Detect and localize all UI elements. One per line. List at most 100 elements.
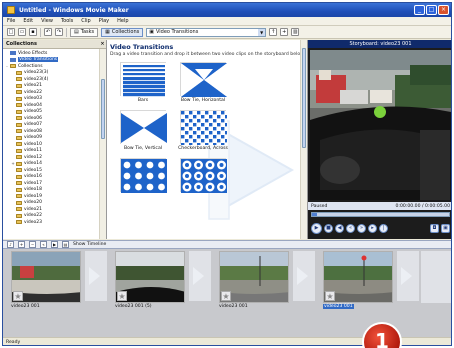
zoom-out-icon[interactable]: − — [29, 241, 36, 248]
transition-bowtie-v-thumbnail[interactable] — [120, 110, 167, 145]
collections-tree: Video Effects Video Transitions - Collectio… — [3, 49, 106, 226]
transition-checker-thumbnail[interactable] — [180, 110, 229, 147]
close-button[interactable]: × — [438, 5, 449, 15]
menu-edit[interactable]: Edit — [23, 18, 33, 24]
new-project-icon[interactable]: □ — [7, 28, 15, 36]
film-icon — [10, 57, 16, 62]
transition-item[interactable] — [113, 158, 173, 194]
transition-circles-thumbnail[interactable] — [180, 158, 227, 193]
rewind-icon[interactable]: « — [346, 223, 355, 233]
seek-bar-fill — [312, 213, 318, 216]
play-icon[interactable]: ▶ — [311, 222, 322, 234]
clip-thumbnail[interactable]: ★ — [219, 251, 289, 303]
tree-item-label: video20 — [24, 200, 43, 206]
menu-file[interactable]: File — [7, 18, 15, 24]
clip-thumbnail[interactable]: ★ — [11, 251, 81, 303]
menu-clip[interactable]: Clip — [81, 18, 90, 24]
open-project-icon[interactable]: ▭ — [18, 28, 26, 36]
clip-thumbnail[interactable]: ★ — [323, 251, 393, 303]
preview-video — [310, 50, 451, 200]
new-collection-icon[interactable]: + — [280, 28, 289, 36]
previous-frame-icon[interactable]: ◀ — [335, 223, 344, 233]
transition-label: Bow Tie, Horizontal — [180, 98, 226, 103]
tree-item[interactable]: video23 — [5, 219, 106, 226]
video-effect-star-icon[interactable]: ★ — [117, 291, 127, 301]
microphone-icon[interactable]: ♪ — [7, 241, 14, 248]
minimize-button[interactable]: _ — [414, 5, 425, 15]
menu-tools[interactable]: Tools — [61, 18, 73, 24]
transition-bowtie-h-thumbnail[interactable] — [180, 62, 227, 97]
menu-play[interactable]: Play — [99, 18, 109, 24]
clip-thumbnail[interactable]: ★ — [115, 251, 185, 303]
folder-icon — [16, 142, 22, 147]
storyboard-clip[interactable]: ★ video23 001 — [219, 251, 289, 309]
close-pane-icon[interactable]: × — [99, 40, 106, 48]
empty-clip-slot[interactable] — [421, 251, 451, 303]
stop-icon[interactable]: ■ — [324, 223, 333, 233]
next-frame-icon[interactable]: ▸ — [368, 223, 377, 233]
collections-button[interactable]: ▦ Collections — [101, 27, 144, 37]
views-icon[interactable]: ▥ — [291, 28, 300, 36]
transitions-scrollbar[interactable] — [300, 40, 307, 239]
play-storyboard-icon[interactable]: ▶ — [51, 241, 58, 248]
up-folder-icon[interactable]: ↑ — [269, 28, 278, 36]
expander-icon[interactable]: + — [11, 161, 15, 166]
car-interior-video-frame — [310, 50, 451, 200]
seek-bar[interactable] — [311, 212, 450, 217]
transition-item[interactable]: Bow Tie, Vertical — [113, 110, 173, 151]
preview-monitor: Storyboard: video23 001 Paused 0:00:00.0… — [308, 40, 451, 239]
scroll-thumb[interactable] — [302, 48, 306, 148]
show-timeline-button[interactable]: Show Timeline — [73, 242, 106, 247]
transition-item[interactable] — [173, 158, 233, 194]
folder-icon — [16, 207, 22, 212]
split-clip-icon[interactable]: | — [379, 223, 388, 233]
transitions-icon: ▣ — [149, 28, 154, 35]
fullscreen-icon[interactable]: ▣ — [441, 223, 450, 233]
folder-icon — [16, 90, 22, 95]
collections-scrollbar[interactable] — [99, 49, 106, 239]
transition-item[interactable]: Bars — [113, 62, 173, 103]
tasks-icon: ▤ — [74, 28, 79, 35]
transition-dots-thumbnail[interactable] — [120, 158, 167, 193]
storyboard-clip[interactable]: ★ video23 001 — [11, 251, 81, 309]
transition-item[interactable]: Bow Tie, Horizontal — [173, 62, 233, 103]
folder-icon — [16, 96, 22, 101]
video-effect-star-icon[interactable]: ★ — [325, 291, 335, 301]
video-effect-star-icon[interactable]: ★ — [13, 291, 23, 301]
collections-icon: ▦ — [105, 28, 110, 35]
collections-header: Collections × — [3, 40, 106, 49]
tasks-button[interactable]: ▤ Tasks — [70, 27, 99, 37]
playback-status-bar: Paused 0:00:00.00 / 0:00:05.00 — [308, 202, 451, 210]
menu-view[interactable]: View — [41, 18, 53, 24]
maximize-button[interactable]: □ — [426, 5, 437, 15]
transition-label: Checkerboard, Across — [178, 146, 228, 151]
redo-icon[interactable]: ↷ — [55, 28, 63, 36]
storyboard-clip[interactable]: ★ video23 001 — [323, 251, 393, 309]
zoom-in-icon[interactable]: + — [18, 241, 25, 248]
expander-icon[interactable]: - — [5, 64, 9, 69]
storyboard-clip[interactable]: ★ video23 001 (5) — [115, 251, 185, 309]
clip-caption: video23 001 (5) — [115, 304, 152, 309]
collection-dropdown[interactable]: ▣ Video Transitions ▼ — [146, 27, 267, 37]
tree-item-label: video04 — [24, 102, 43, 108]
undo-icon[interactable]: ↶ — [44, 28, 52, 36]
menu-help[interactable]: Help — [117, 18, 128, 24]
scroll-thumb[interactable] — [101, 79, 105, 139]
save-project-icon[interactable]: ▪ — [29, 28, 37, 36]
folder-icon — [16, 135, 22, 140]
content-heading: Video Transitions — [110, 43, 174, 51]
title-bar: Untitled - Windows Movie Maker _ □ × — [3, 3, 451, 17]
window-title: Untitled - Windows Movie Maker — [19, 6, 129, 14]
fast-forward-icon[interactable]: » — [357, 223, 366, 233]
take-picture-icon[interactable]: ◘ — [430, 223, 439, 233]
film-icon — [10, 51, 16, 56]
transition-item[interactable]: Checkerboard, Across — [173, 110, 233, 151]
transition-bars-thumbnail[interactable] — [120, 62, 167, 97]
tree-item-label: video09 — [24, 135, 43, 141]
chevron-down-icon[interactable]: ▼ — [258, 28, 266, 36]
video-effect-star-icon[interactable]: ★ — [221, 291, 231, 301]
collections-label: Collections — [111, 28, 140, 35]
tree-item-label: video19 — [24, 193, 43, 199]
timeline-icon[interactable]: ▤ — [62, 241, 69, 248]
rewind-storyboard-icon[interactable]: « — [40, 241, 47, 248]
